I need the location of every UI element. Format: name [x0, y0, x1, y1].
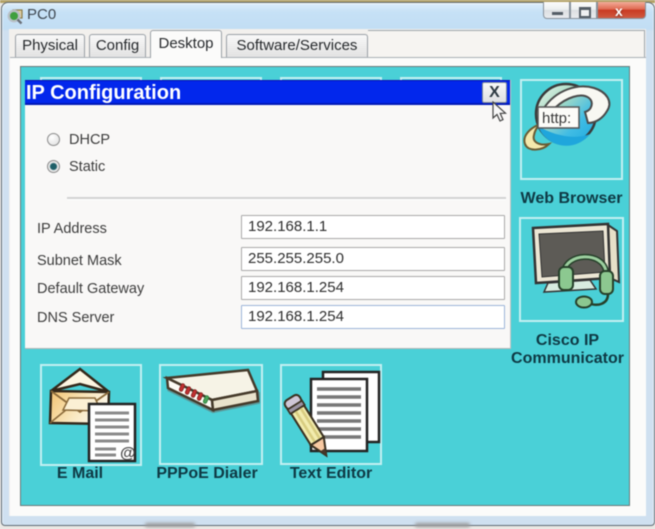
- svg-text:@: @: [120, 445, 136, 462]
- svg-text:http:: http:: [542, 110, 571, 127]
